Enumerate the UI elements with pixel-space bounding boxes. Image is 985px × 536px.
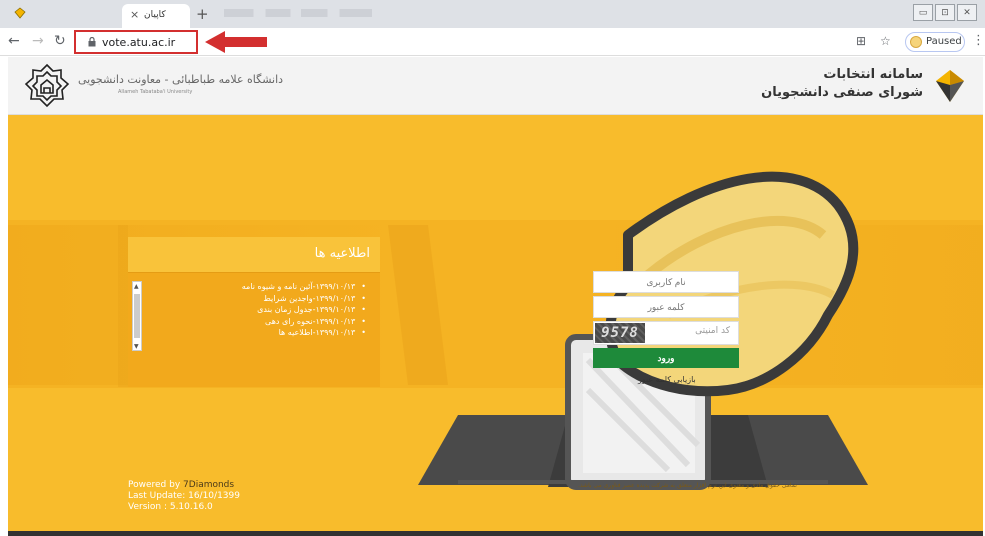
browser-toolbar: ← → ↻ vote.atu.ac.ir ⊞ ☆ Paused ⋮ <box>0 28 985 56</box>
blurred-bookmarks <box>224 9 372 17</box>
scroll-down-icon[interactable]: ▼ <box>134 343 139 350</box>
browser-tab[interactable]: × کاپیان <box>122 4 190 28</box>
announcement-link[interactable]: ۱۳۹۹/۱۰/۱۳-واجدین شرایط <box>166 293 366 305</box>
announcements-list: ۱۳۹۹/۱۰/۱۳-آئین نامه و شیوه نامه ۱۳۹۹/۱۰… <box>166 281 366 339</box>
announcement-link[interactable]: ۱۳۹۹/۱۰/۱۳-آئین نامه و شیوه نامه <box>166 281 366 293</box>
profile-paused-button[interactable]: Paused <box>905 32 965 52</box>
site-header: دانشگاه علامه طباطبائی - معاونت دانشجویی… <box>8 57 983 115</box>
menu-dots-icon[interactable]: ⋮ <box>972 33 985 48</box>
system-subtitle: شورای صنفی دانشجویان <box>761 85 923 100</box>
captcha-placeholder: کد امنیتی <box>695 326 730 336</box>
maximize-button[interactable]: ⊡ <box>935 4 955 21</box>
minimize-button[interactable]: ▭ <box>913 4 933 21</box>
browser-titlebar: × کاپیان + ▭ ⊡ ✕ <box>0 0 985 28</box>
tab-close-icon[interactable]: × <box>130 8 139 21</box>
announcement-link[interactable]: ۱۳۹۹/۱۰/۱۳-جدول زمان بندی <box>166 304 366 316</box>
avatar <box>910 36 922 48</box>
forward-arrow-icon[interactable]: → <box>32 33 44 49</box>
new-tab-button[interactable]: + <box>196 5 209 23</box>
announcements-header: اطلاعیه ها <box>128 237 380 273</box>
window-controls: ▭ ⊡ ✕ <box>913 4 977 21</box>
captcha-image: 9578 <box>595 323 645 343</box>
paused-label: Paused <box>926 36 962 47</box>
password-field[interactable] <box>593 296 739 318</box>
version-text: Version : 5.10.16.0 <box>128 502 213 512</box>
username-field[interactable] <box>593 271 739 293</box>
powered-by: Powered by 7Diamonds Last Update: 16/10/… <box>128 480 240 512</box>
scroll-thumb[interactable] <box>134 294 140 338</box>
last-update: Last Update: 16/10/1399 <box>128 491 240 501</box>
tab-title: کاپیان <box>144 10 166 20</box>
announcements-title: اطلاعیه ها <box>314 246 370 261</box>
system-title: سامانه انتخابات <box>823 67 923 82</box>
reload-icon[interactable]: ↻ <box>54 33 66 49</box>
copyright-text: تمامی حقوق مادی و معنوی این نرم افزار مت… <box>578 482 797 489</box>
lock-icon <box>88 37 96 47</box>
powered-by-link[interactable]: 7Diamonds <box>183 480 234 490</box>
address-bar[interactable]: vote.atu.ac.ir <box>74 30 198 54</box>
announcements-scrollbar[interactable]: ▲ ▼ <box>132 281 142 351</box>
close-window-button[interactable]: ✕ <box>957 4 977 21</box>
university-name-en: Allameh Tabataba'i University <box>118 89 193 95</box>
main-banner: اطلاعیه ها ▲ ▼ ۱۳۹۹/۱۰/۱۳-آئین نامه و شی… <box>8 115 983 531</box>
translate-icon[interactable]: ⊞ <box>856 34 866 48</box>
university-logo <box>24 63 70 108</box>
forgot-password-link[interactable]: بازیابی کلمه عبور <box>638 375 696 384</box>
login-button[interactable]: ورود <box>593 348 739 368</box>
back-arrow-icon[interactable]: ← <box>8 33 20 49</box>
url-text: vote.atu.ac.ir <box>102 36 176 49</box>
university-name: دانشگاه علامه طباطبائی - معاونت دانشجویی <box>78 73 284 86</box>
scroll-up-icon[interactable]: ▲ <box>134 283 139 290</box>
red-arrow-annotation <box>205 31 267 53</box>
announcement-link[interactable]: ۱۳۹۹/۱۰/۱۳-اطلاعیه ها <box>166 327 366 339</box>
bottom-strip <box>8 531 983 536</box>
diamond-logo-icon <box>936 70 964 102</box>
announcements-panel: اطلاعیه ها ▲ ▼ ۱۳۹۹/۱۰/۱۳-آئین نامه و شی… <box>128 237 380 387</box>
announcement-link[interactable]: ۱۳۹۹/۱۰/۱۳-نحوه رای دهی <box>166 316 366 328</box>
star-icon[interactable]: ☆ <box>880 34 891 48</box>
captcha-field[interactable]: 9578 کد امنیتی <box>593 321 739 345</box>
diamond-favicon-icon <box>14 7 26 19</box>
